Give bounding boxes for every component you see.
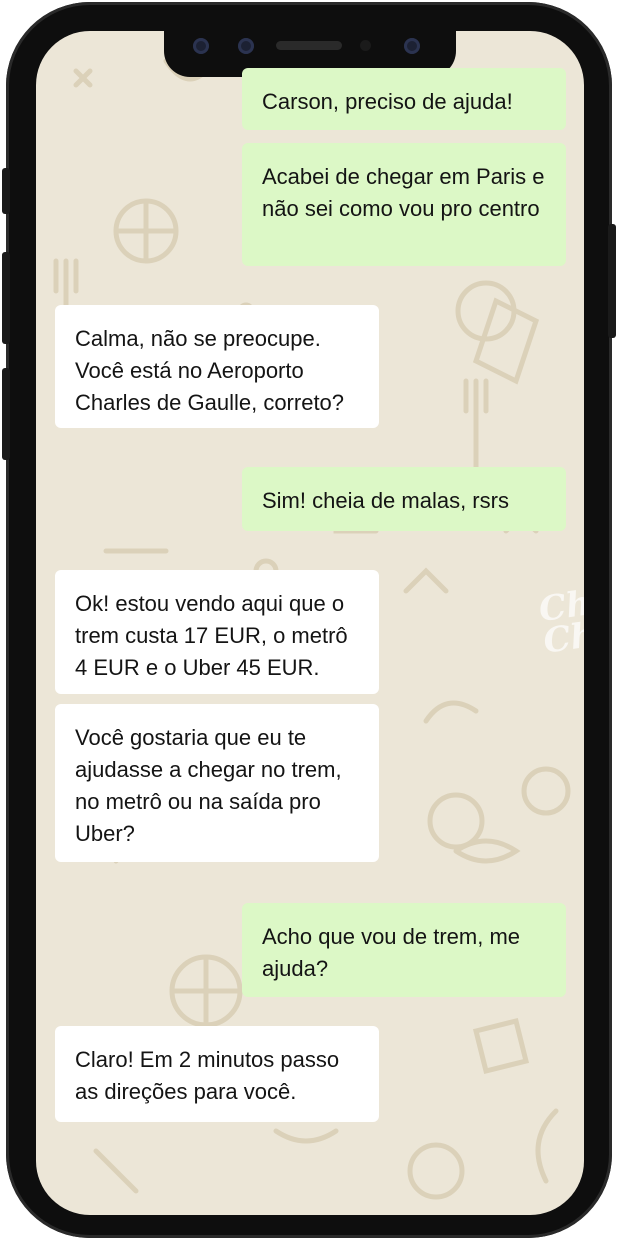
proximity-sensor (360, 40, 371, 51)
power-button (608, 224, 616, 338)
volume-up-button (2, 252, 10, 344)
message-text: Ok! estou vendo aqui que o trem custa 17… (75, 591, 348, 680)
volume-down-button (2, 368, 10, 460)
message-text: Acabei de chegar em Paris e não sei como… (262, 164, 545, 221)
message-sent-4[interactable]: Acho que vou de trem, me ajuda? (242, 903, 566, 997)
message-received-3[interactable]: Você gostaria que eu te ajudasse a chega… (55, 704, 379, 862)
earpiece-speaker (276, 41, 342, 50)
message-sent-3[interactable]: Sim! cheia de malas, rsrs (242, 467, 566, 531)
message-text: Sim! cheia de malas, rsrs (262, 488, 509, 513)
message-text: Calma, não se preocupe. Você está no Aer… (75, 326, 345, 415)
message-received-2[interactable]: Ok! estou vendo aqui que o trem custa 17… (55, 570, 379, 694)
message-text: Claro! Em 2 minutos passo as direções pa… (75, 1047, 340, 1104)
message-text: Você gostaria que eu te ajudasse a chega… (75, 725, 342, 846)
message-received-1[interactable]: Calma, não se preocupe. Você está no Aer… (55, 305, 379, 428)
message-received-4[interactable]: Claro! Em 2 minutos passo as direções pa… (55, 1026, 379, 1122)
mute-switch (2, 168, 10, 214)
front-camera-secondary (404, 38, 420, 54)
watermark-logo: Chat Child (536, 577, 584, 662)
message-text: Acho que vou de trem, me ajuda? (262, 924, 521, 981)
front-camera (193, 38, 209, 54)
front-sensor (238, 38, 254, 54)
message-sent-1[interactable]: Carson, preciso de ajuda! (242, 68, 566, 130)
message-text: Carson, preciso de ajuda! (262, 89, 513, 114)
message-sent-2[interactable]: Acabei de chegar em Paris e não sei como… (242, 143, 566, 266)
